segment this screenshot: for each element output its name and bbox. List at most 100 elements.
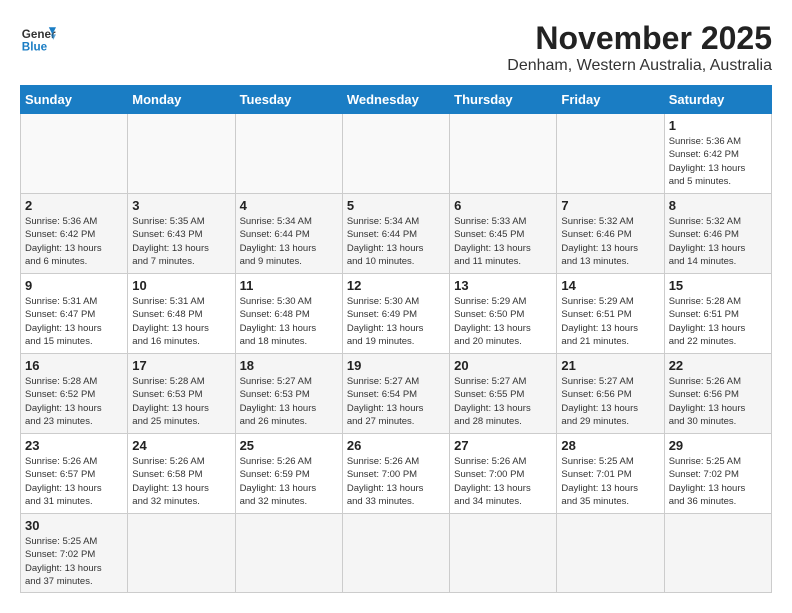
day-info: Sunrise: 5:28 AM Sunset: 6:52 PM Dayligh… (25, 375, 123, 428)
day-info: Sunrise: 5:27 AM Sunset: 6:54 PM Dayligh… (347, 375, 445, 428)
calendar-week-1: 1 Sunrise: 5:36 AM Sunset: 6:42 PM Daylig… (21, 114, 772, 194)
day-number: 14 (561, 278, 659, 293)
day-number: 5 (347, 198, 445, 213)
calendar-cell: 17 Sunrise: 5:28 AM Sunset: 6:53 PM Dayli… (128, 354, 235, 434)
day-number: 11 (240, 278, 338, 293)
day-info: Sunrise: 5:31 AM Sunset: 6:47 PM Dayligh… (25, 295, 123, 348)
calendar-cell (342, 114, 449, 194)
day-number: 8 (669, 198, 767, 213)
calendar-cell: 5Sunrise: 5:34 AM Sunset: 6:44 PM Daylig… (342, 194, 449, 274)
day-info: Sunrise: 5:32 AM Sunset: 6:46 PM Dayligh… (561, 215, 659, 268)
day-number: 3 (132, 198, 230, 213)
day-info: Sunrise: 5:26 AM Sunset: 6:59 PM Dayligh… (240, 455, 338, 508)
weekday-header-friday: Friday (557, 86, 664, 114)
day-number: 13 (454, 278, 552, 293)
calendar-cell: 16 Sunrise: 5:28 AM Sunset: 6:52 PM Dayli… (21, 354, 128, 434)
day-info: Sunrise: 5:28 AM Sunset: 6:53 PM Dayligh… (132, 375, 230, 428)
calendar-cell: 1 Sunrise: 5:36 AM Sunset: 6:42 PM Daylig… (664, 114, 771, 194)
calendar-cell: 28 Sunrise: 5:25 AM Sunset: 7:01 PM Dayli… (557, 434, 664, 514)
calendar-cell: 11 Sunrise: 5:30 AM Sunset: 6:48 PM Dayli… (235, 274, 342, 354)
calendar-week-5: 23Sunrise: 5:26 AM Sunset: 6:57 PM Dayli… (21, 434, 772, 514)
calendar-cell (557, 514, 664, 593)
day-info: Sunrise: 5:25 AM Sunset: 7:01 PM Dayligh… (561, 455, 659, 508)
day-number: 2 (25, 198, 123, 213)
calendar-cell: 23Sunrise: 5:26 AM Sunset: 6:57 PM Dayli… (21, 434, 128, 514)
day-number: 30 (25, 518, 123, 533)
page-header: General Blue November 2025 Denham, Weste… (20, 20, 772, 75)
day-info: Sunrise: 5:29 AM Sunset: 6:51 PM Dayligh… (561, 295, 659, 348)
calendar-cell: 22 Sunrise: 5:26 AM Sunset: 6:56 PM Dayli… (664, 354, 771, 434)
calendar-table: SundayMondayTuesdayWednesdayThursdayFrid… (20, 85, 772, 593)
page-title: November 2025 (507, 20, 772, 57)
day-number: 21 (561, 358, 659, 373)
calendar-cell: 12 Sunrise: 5:30 AM Sunset: 6:49 PM Dayli… (342, 274, 449, 354)
calendar-cell: 30 Sunrise: 5:25 AM Sunset: 7:02 PM Dayli… (21, 514, 128, 593)
day-info: Sunrise: 5:26 AM Sunset: 6:57 PM Dayligh… (25, 455, 123, 508)
day-number: 29 (669, 438, 767, 453)
calendar-cell (128, 114, 235, 194)
calendar-cell: 27Sunrise: 5:26 AM Sunset: 7:00 PM Dayli… (450, 434, 557, 514)
day-info: Sunrise: 5:27 AM Sunset: 6:55 PM Dayligh… (454, 375, 552, 428)
day-info: Sunrise: 5:29 AM Sunset: 6:50 PM Dayligh… (454, 295, 552, 348)
day-number: 28 (561, 438, 659, 453)
logo-icon: General Blue (20, 20, 56, 56)
day-number: 25 (240, 438, 338, 453)
day-info: Sunrise: 5:28 AM Sunset: 6:51 PM Dayligh… (669, 295, 767, 348)
calendar-cell: 29Sunrise: 5:25 AM Sunset: 7:02 PM Dayli… (664, 434, 771, 514)
calendar-week-6: 30 Sunrise: 5:25 AM Sunset: 7:02 PM Dayli… (21, 514, 772, 593)
calendar-cell (342, 514, 449, 593)
calendar-cell: 13 Sunrise: 5:29 AM Sunset: 6:50 PM Dayli… (450, 274, 557, 354)
svg-text:Blue: Blue (22, 41, 48, 54)
day-info: Sunrise: 5:26 AM Sunset: 6:58 PM Dayligh… (132, 455, 230, 508)
calendar-cell: 10Sunrise: 5:31 AM Sunset: 6:48 PM Dayli… (128, 274, 235, 354)
calendar-cell: 2Sunrise: 5:36 AM Sunset: 6:42 PM Daylig… (21, 194, 128, 274)
day-info: Sunrise: 5:25 AM Sunset: 7:02 PM Dayligh… (25, 535, 123, 588)
weekday-header-monday: Monday (128, 86, 235, 114)
title-block: November 2025 Denham, Western Australia,… (507, 20, 772, 75)
calendar-week-2: 2Sunrise: 5:36 AM Sunset: 6:42 PM Daylig… (21, 194, 772, 274)
day-number: 22 (669, 358, 767, 373)
day-info: Sunrise: 5:36 AM Sunset: 6:42 PM Dayligh… (669, 135, 767, 188)
calendar-cell (21, 114, 128, 194)
day-info: Sunrise: 5:32 AM Sunset: 6:46 PM Dayligh… (669, 215, 767, 268)
calendar-cell: 7Sunrise: 5:32 AM Sunset: 6:46 PM Daylig… (557, 194, 664, 274)
day-number: 18 (240, 358, 338, 373)
day-number: 12 (347, 278, 445, 293)
calendar-cell: 4Sunrise: 5:34 AM Sunset: 6:44 PM Daylig… (235, 194, 342, 274)
day-number: 24 (132, 438, 230, 453)
day-info: Sunrise: 5:26 AM Sunset: 7:00 PM Dayligh… (347, 455, 445, 508)
day-number: 15 (669, 278, 767, 293)
calendar-cell: 26 Sunrise: 5:26 AM Sunset: 7:00 PM Dayli… (342, 434, 449, 514)
weekday-header-saturday: Saturday (664, 86, 771, 114)
calendar-cell: 9Sunrise: 5:31 AM Sunset: 6:47 PM Daylig… (21, 274, 128, 354)
day-number: 6 (454, 198, 552, 213)
day-info: Sunrise: 5:26 AM Sunset: 6:56 PM Dayligh… (669, 375, 767, 428)
weekday-header-wednesday: Wednesday (342, 86, 449, 114)
day-number: 1 (669, 118, 767, 133)
weekday-header-tuesday: Tuesday (235, 86, 342, 114)
calendar-week-4: 16 Sunrise: 5:28 AM Sunset: 6:52 PM Dayli… (21, 354, 772, 434)
calendar-cell (450, 514, 557, 593)
day-number: 20 (454, 358, 552, 373)
calendar-cell (557, 114, 664, 194)
day-info: Sunrise: 5:27 AM Sunset: 6:56 PM Dayligh… (561, 375, 659, 428)
day-number: 26 (347, 438, 445, 453)
day-info: Sunrise: 5:30 AM Sunset: 6:48 PM Dayligh… (240, 295, 338, 348)
calendar-cell (664, 514, 771, 593)
day-number: 17 (132, 358, 230, 373)
calendar-cell: 8 Sunrise: 5:32 AM Sunset: 6:46 PM Daylig… (664, 194, 771, 274)
calendar-cell: 24 Sunrise: 5:26 AM Sunset: 6:58 PM Dayli… (128, 434, 235, 514)
logo: General Blue (20, 20, 56, 56)
weekday-header-sunday: Sunday (21, 86, 128, 114)
calendar-cell: 21 Sunrise: 5:27 AM Sunset: 6:56 PM Dayli… (557, 354, 664, 434)
day-info: Sunrise: 5:33 AM Sunset: 6:45 PM Dayligh… (454, 215, 552, 268)
day-info: Sunrise: 5:30 AM Sunset: 6:49 PM Dayligh… (347, 295, 445, 348)
day-info: Sunrise: 5:26 AM Sunset: 7:00 PM Dayligh… (454, 455, 552, 508)
calendar-cell (128, 514, 235, 593)
calendar-cell (450, 114, 557, 194)
calendar-cell (235, 114, 342, 194)
day-number: 16 (25, 358, 123, 373)
day-number: 10 (132, 278, 230, 293)
calendar-cell: 6 Sunrise: 5:33 AM Sunset: 6:45 PM Daylig… (450, 194, 557, 274)
calendar-cell: 18Sunrise: 5:27 AM Sunset: 6:53 PM Dayli… (235, 354, 342, 434)
